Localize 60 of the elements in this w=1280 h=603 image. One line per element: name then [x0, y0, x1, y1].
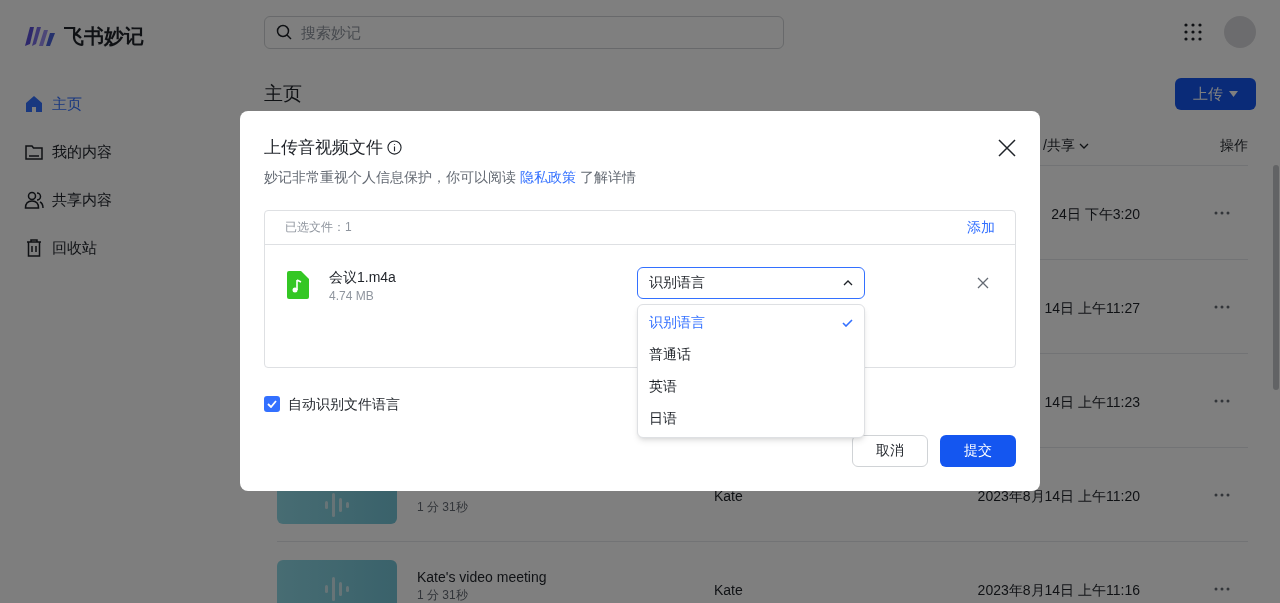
auto-detect-checkbox[interactable] [264, 396, 280, 412]
audio-file-icon [287, 270, 309, 299]
created-date: 14日 上午11:23 [1044, 393, 1140, 412]
sidebar-item[interactable]: 回收站 [0, 224, 240, 272]
search-field[interactable]: 搜索妙记 [264, 15, 784, 49]
column-header[interactable]: /共享 [1043, 135, 1213, 156]
logo-text: 飞书妙记 [64, 24, 144, 49]
language-option[interactable]: 日语 [638, 402, 864, 435]
auto-detect-label: 自动识别文件语言 [288, 394, 400, 414]
add-link[interactable]: 添加 [967, 216, 995, 238]
folder-icon [24, 142, 44, 162]
sidebar-item[interactable]: 主页 [0, 80, 240, 128]
owner-name: Kate [714, 582, 743, 598]
file-name: 会议1.m4a [329, 267, 397, 287]
language-option[interactable]: 普通话 [638, 338, 864, 371]
upload-button[interactable]: 上传 [1175, 78, 1256, 110]
cancel-button[interactable]: 取消 [852, 434, 928, 467]
recording-duration: 1 分 31秒 [417, 499, 468, 514]
trash-icon [24, 238, 44, 258]
selected-count: 已选文件：1 [285, 219, 352, 236]
created-date: 2023年8月14日 上午11:20 [977, 487, 1140, 506]
created-date: 24日 下午3:20 [1051, 205, 1140, 224]
chevron-down-icon [1078, 142, 1089, 149]
users-icon [24, 190, 44, 210]
language-option[interactable]: 英语 [638, 370, 864, 403]
more-icon[interactable] [1214, 492, 1230, 497]
recording-duration: 1 分 31秒 [417, 588, 469, 602]
apps-grid-icon[interactable] [1184, 23, 1202, 41]
created-date: 14日 上午11:27 [1044, 299, 1140, 318]
column-header: 操作 [1220, 136, 1248, 155]
language-select[interactable]: 识别语言 [637, 266, 865, 299]
file-size: 4.74 MB [329, 287, 375, 305]
privacy-notice: 妙记非常重视个人信息保护，你可以阅读 隐私政策 了解详情 [264, 167, 637, 187]
more-icon[interactable] [1214, 210, 1230, 215]
caret-icon [1229, 91, 1238, 97]
check-icon [842, 318, 853, 327]
more-icon[interactable] [1214, 398, 1230, 403]
logo-icon [24, 24, 56, 48]
waveform-icon [325, 576, 349, 601]
check-icon [267, 400, 277, 408]
info-icon[interactable] [387, 140, 402, 156]
sidebar-item[interactable]: 我的内容 [0, 128, 240, 176]
more-icon[interactable] [1214, 586, 1230, 591]
search-icon [276, 23, 292, 40]
close-icon[interactable] [998, 138, 1016, 157]
scrollbar[interactable] [1273, 165, 1279, 390]
dialog-title: 上传音视频文件 [264, 137, 383, 159]
owner-name: Kate [714, 488, 743, 504]
waveform-icon [325, 492, 349, 517]
language-option[interactable]: 识别语言 [638, 306, 864, 339]
recording-title[interactable]: Kate's video meeting [417, 567, 547, 588]
privacy-policy-link[interactable]: 隐私政策 [519, 168, 576, 185]
more-icon[interactable] [1214, 304, 1230, 309]
created-date: 2023年8月14日 上午11:16 [977, 581, 1140, 600]
page-title: 主页 [264, 81, 302, 106]
submit-button[interactable]: 提交 [940, 434, 1016, 467]
remove-icon[interactable] [977, 276, 989, 289]
home-icon [24, 94, 44, 114]
chevron-up-icon [843, 279, 853, 286]
sidebar-item[interactable]: 共享内容 [0, 176, 240, 224]
